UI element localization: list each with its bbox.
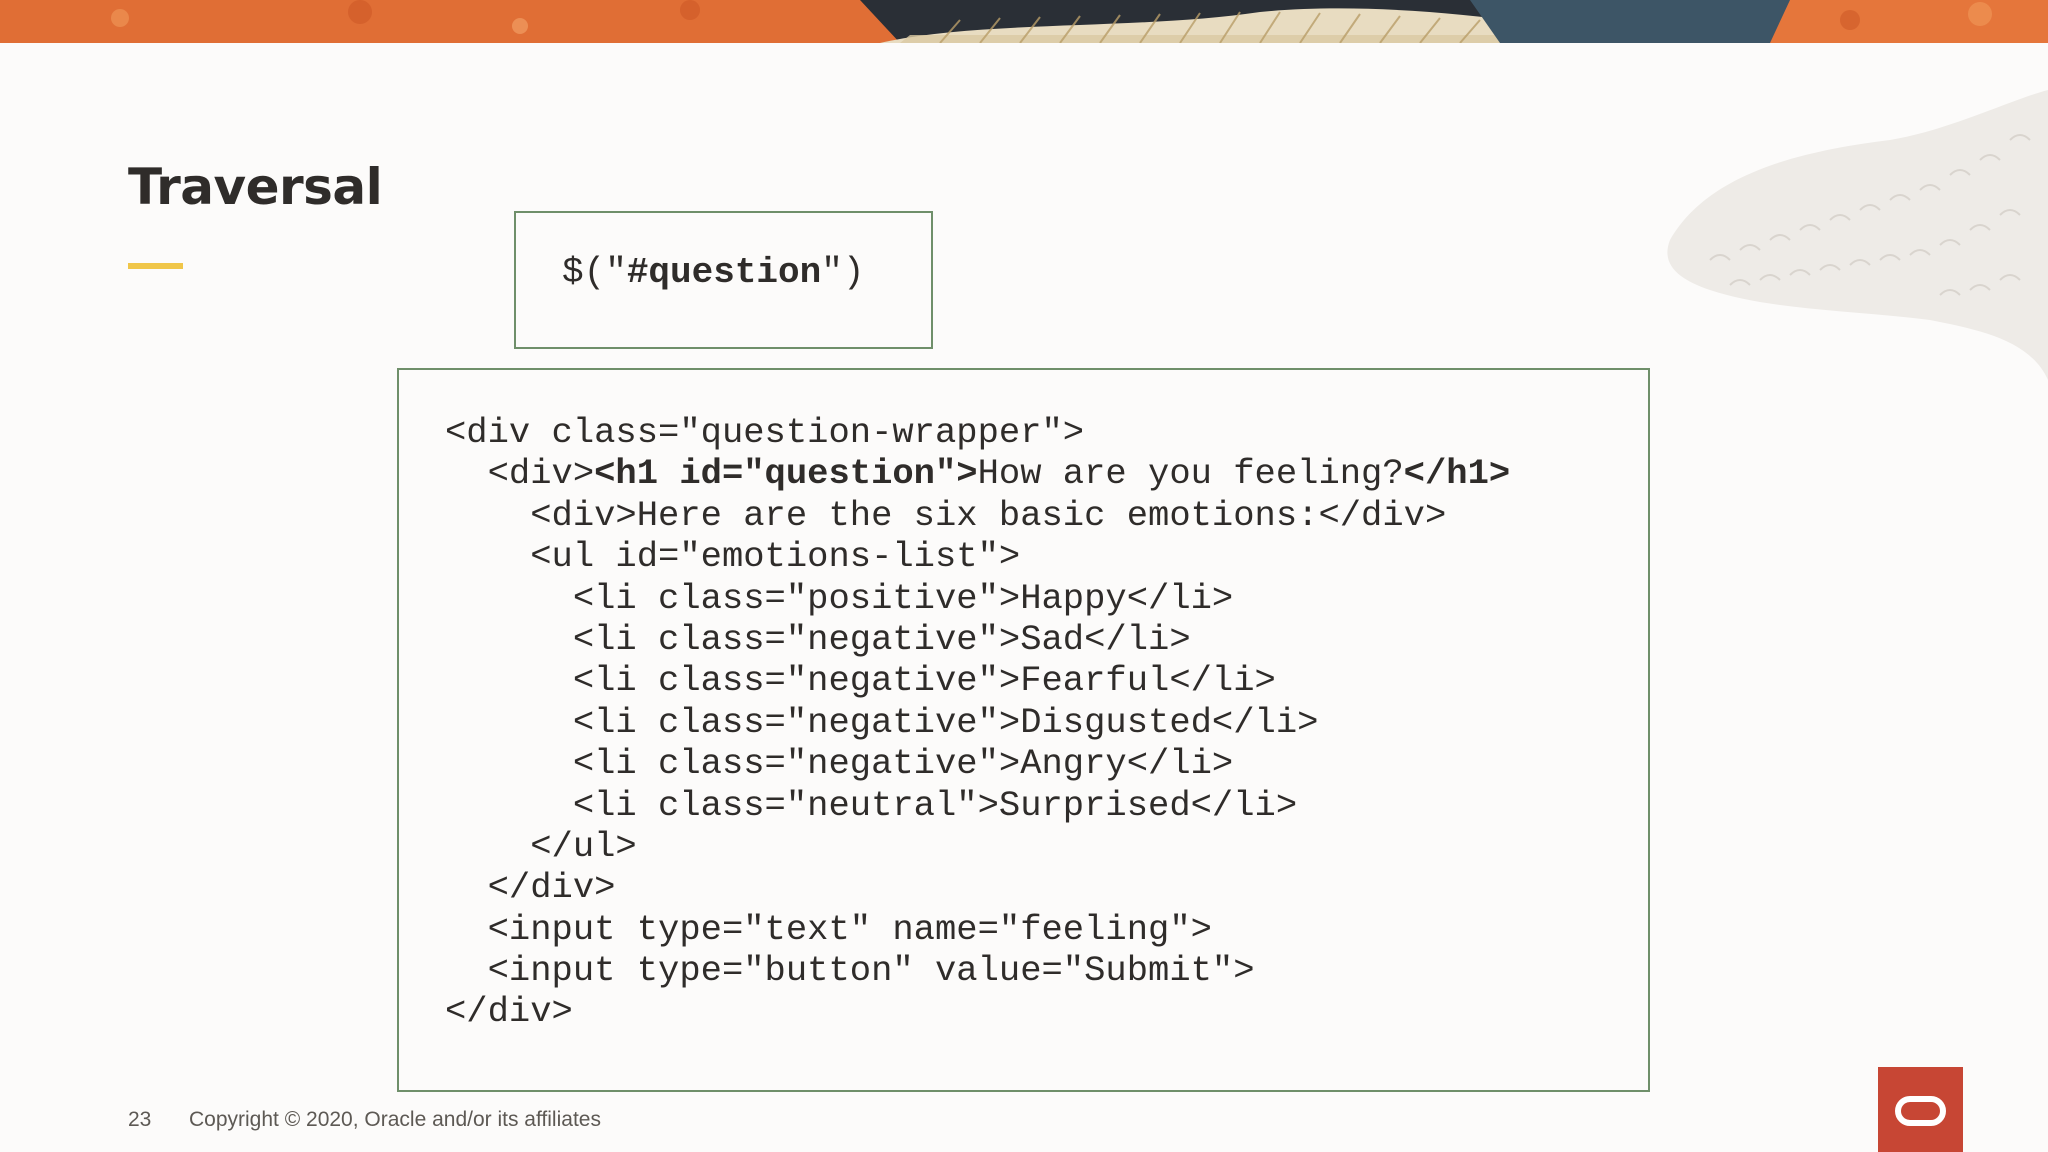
code-token: <input type="button" value="Submit"> bbox=[445, 950, 1255, 992]
selector-id: #question bbox=[626, 252, 822, 293]
code-token: <li class="negative">Sad</li> bbox=[445, 618, 1191, 660]
code-line: <li class="negative">Disgusted</li> bbox=[445, 702, 1510, 743]
html-code-box: <div class="question-wrapper"> <div><h1 … bbox=[397, 368, 1650, 1092]
code-line: <li class="neutral">Surprised</li> bbox=[445, 785, 1510, 826]
code-listing: <div class="question-wrapper"> <div><h1 … bbox=[445, 412, 1510, 1033]
code-line: <li class="positive">Happy</li> bbox=[445, 578, 1510, 619]
selector-suffix: ") bbox=[821, 252, 865, 293]
decorative-header-band bbox=[0, 0, 2048, 43]
copyright-notice: Copyright © 2020, Oracle and/or its affi… bbox=[189, 1108, 601, 1131]
code-line: <div class="question-wrapper"> bbox=[445, 412, 1510, 453]
code-line: <input type="text" name="feeling"> bbox=[445, 909, 1510, 950]
code-line: <div>Here are the six basic emotions:</d… bbox=[445, 495, 1510, 536]
code-token: <li class="negative">Disgusted</li> bbox=[445, 701, 1319, 743]
code-line: </div> bbox=[445, 991, 1510, 1032]
code-token: <li class="neutral">Surprised</li> bbox=[445, 784, 1298, 826]
decorative-leaf-pattern bbox=[1650, 80, 2048, 380]
code-token: <div> bbox=[445, 453, 595, 495]
code-token: </div> bbox=[445, 991, 573, 1033]
code-line: </ul> bbox=[445, 826, 1510, 867]
code-line: <ul id="emotions-list"> bbox=[445, 536, 1510, 577]
code-line: <input type="button" value="Submit"> bbox=[445, 950, 1510, 991]
code-token: <ul id="emotions-list"> bbox=[445, 536, 1021, 578]
code-line: <li class="negative">Sad</li> bbox=[445, 619, 1510, 660]
code-line: <div><h1 id="question">How are you feeli… bbox=[445, 453, 1511, 495]
selector-code-box: $("#question") bbox=[514, 211, 933, 349]
slide-number: 23 bbox=[128, 1108, 152, 1131]
selector-expression: $("#question") bbox=[562, 255, 864, 291]
code-token: </div> bbox=[445, 867, 616, 909]
code-line: <li class="negative">Angry</li> bbox=[445, 743, 1510, 784]
title-accent-bar bbox=[128, 263, 183, 269]
slide: Traversal $("#question") <div class="que… bbox=[0, 0, 2048, 1152]
selector-prefix: $(" bbox=[562, 252, 627, 293]
code-token: <li class="positive">Happy</li> bbox=[445, 577, 1234, 619]
code-token-bold: <h1 id="question"> bbox=[594, 453, 978, 495]
code-token: <div>Here are the six basic emotions:</d… bbox=[445, 494, 1447, 536]
code-token: How are you feeling? bbox=[977, 453, 1404, 495]
code-token: </ul> bbox=[445, 825, 637, 867]
oracle-logo-icon bbox=[1878, 1067, 1963, 1152]
page-title: Traversal bbox=[128, 158, 383, 216]
code-line: <li class="negative">Fearful</li> bbox=[445, 660, 1510, 701]
code-token-bold: </h1> bbox=[1403, 453, 1511, 495]
code-token: <li class="negative">Angry</li> bbox=[445, 743, 1234, 785]
code-line: </div> bbox=[445, 867, 1510, 908]
code-token: <div class="question-wrapper"> bbox=[445, 412, 1085, 453]
code-token: <li class="negative">Fearful</li> bbox=[445, 660, 1276, 702]
code-token: <input type="text" name="feeling"> bbox=[445, 908, 1212, 950]
